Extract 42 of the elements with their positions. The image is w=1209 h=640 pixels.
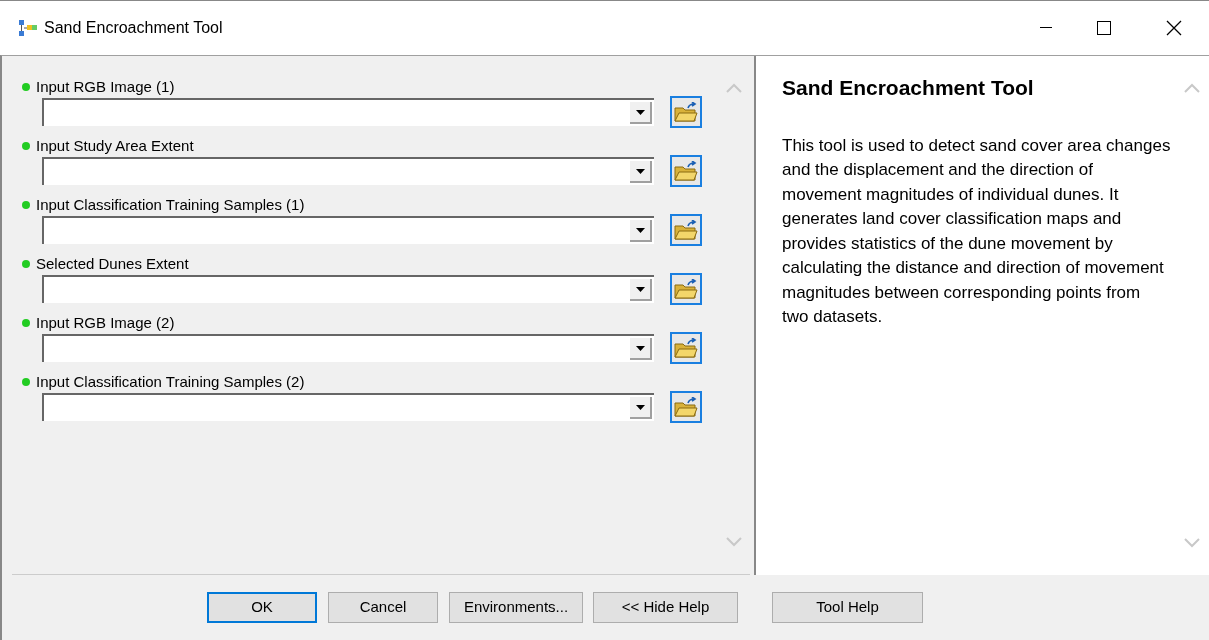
- minimize-icon: [1040, 27, 1052, 29]
- parameter-label: Input RGB Image (1): [36, 76, 175, 97]
- window-title: Sand Encroachment Tool: [44, 18, 223, 38]
- parameter-label: Input RGB Image (2): [36, 312, 175, 333]
- dropdown-arrow-icon: [635, 345, 645, 351]
- browse-button[interactable]: [670, 273, 702, 305]
- model-icon: [18, 19, 38, 37]
- maximize-icon: [1097, 21, 1111, 35]
- browse-button[interactable]: [670, 391, 702, 423]
- parameter-label: Input Classification Training Samples (1): [36, 194, 305, 215]
- browse-button[interactable]: [670, 155, 702, 187]
- folder-icon: [674, 397, 698, 417]
- dropdown-field[interactable]: [42, 216, 654, 244]
- dropdown-arrow-icon: [635, 168, 645, 174]
- dropdown-field[interactable]: [42, 393, 654, 421]
- dialog-button[interactable]: Environments...: [449, 592, 583, 623]
- parameter-label: Selected Dunes Extent: [36, 253, 189, 274]
- folder-icon: [674, 338, 698, 358]
- browse-button[interactable]: [670, 332, 702, 364]
- help-title: Sand Encroachment Tool: [782, 75, 1035, 101]
- dialog-button[interactable]: Tool Help: [772, 592, 923, 623]
- browse-button[interactable]: [670, 214, 702, 246]
- dropdown-field[interactable]: [42, 275, 654, 303]
- folder-icon: [674, 220, 698, 240]
- dropdown-field[interactable]: [42, 334, 654, 362]
- close-icon: [1166, 20, 1182, 36]
- dialog-button[interactable]: << Hide Help: [593, 592, 738, 623]
- help-text: This tool is used to detect sand cover area changes and the displacement and the direction of movement magnitudes of individual dunes. It generates land cover classification maps and provides statistics of the dune movement by calculating the distance and direction of movement magnitudes between corresponding points from two datasets.: [782, 134, 1171, 328]
- dropdown-arrow-icon: [635, 227, 645, 233]
- dropdown-field[interactable]: [42, 98, 654, 126]
- dropdown-field[interactable]: [42, 157, 654, 185]
- dialog-button[interactable]: Cancel: [328, 592, 438, 623]
- parameter-label: Input Classification Training Samples (2): [36, 371, 305, 392]
- parameter-label: Input Study Area Extent: [36, 135, 194, 156]
- folder-icon: [674, 161, 698, 181]
- browse-button[interactable]: [670, 96, 702, 128]
- folder-icon: [674, 279, 698, 299]
- dropdown-arrow-icon: [635, 404, 645, 410]
- dropdown-arrow-icon: [635, 286, 645, 292]
- dropdown-arrow-icon: [635, 109, 645, 115]
- folder-icon: [674, 102, 698, 122]
- dialog-button[interactable]: OK: [207, 592, 317, 623]
